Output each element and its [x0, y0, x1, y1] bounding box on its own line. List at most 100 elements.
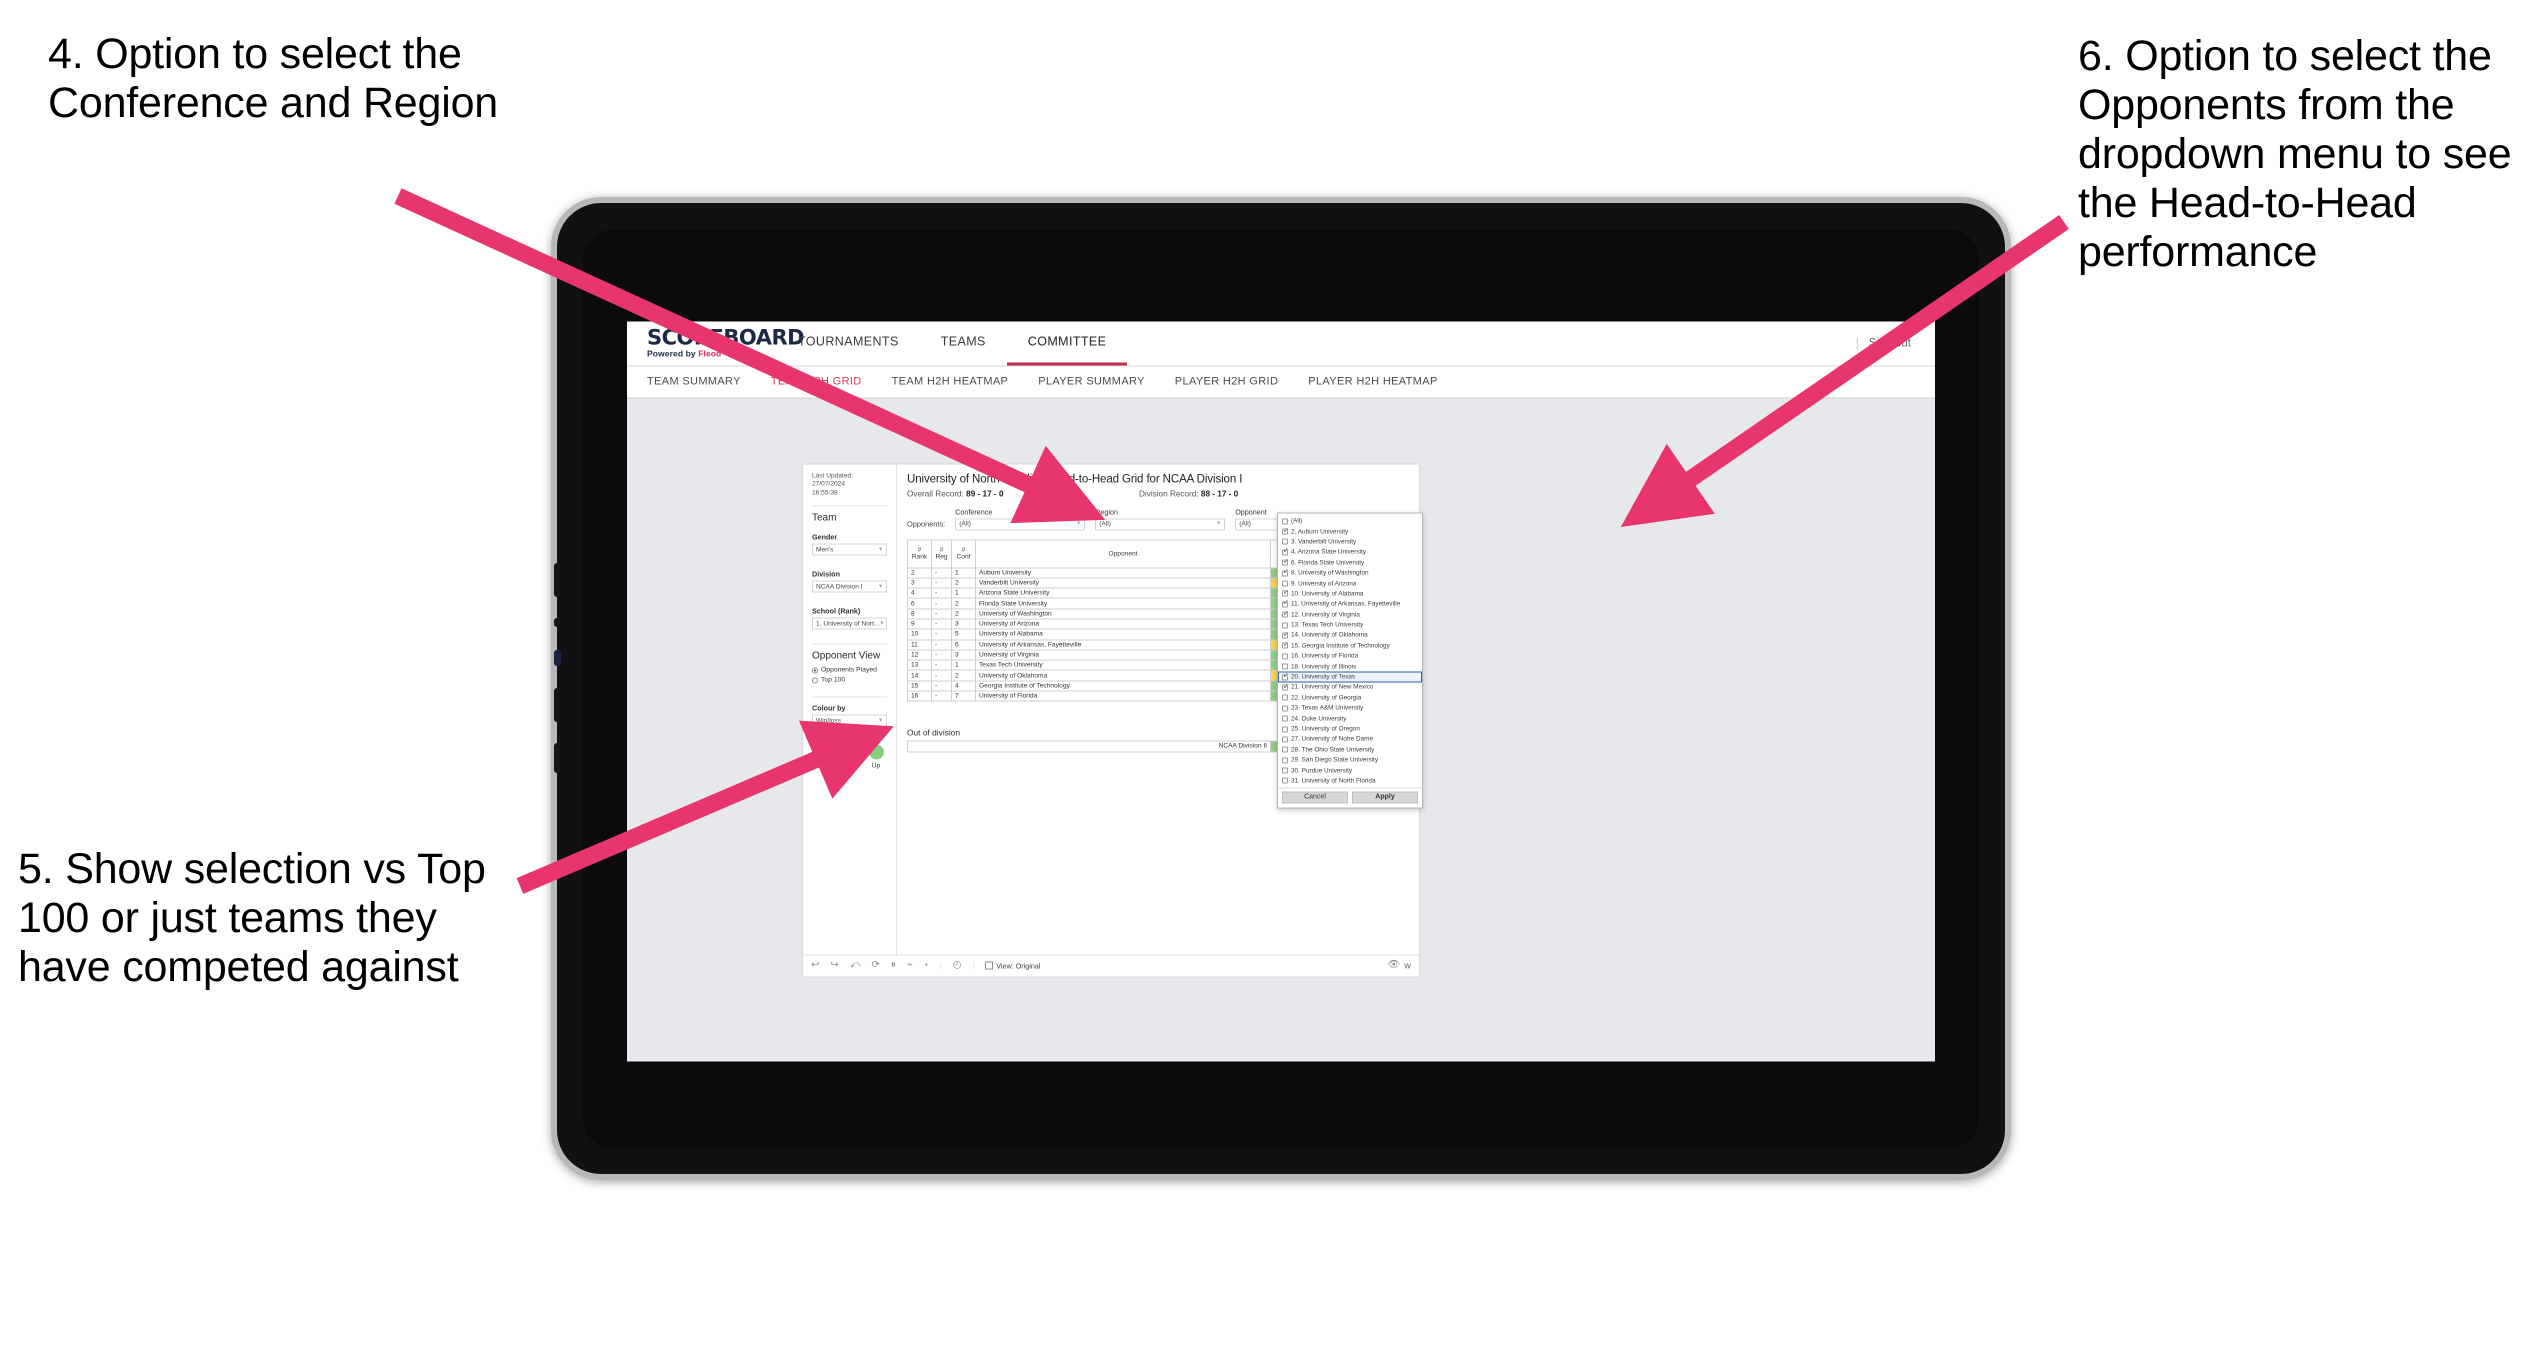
chevron-down-icon[interactable]: ▼: [924, 963, 929, 968]
radio-top-100[interactable]: Top 100: [812, 677, 887, 684]
revert-icon[interactable]: ⤺: [850, 960, 861, 971]
apply-button[interactable]: Apply: [1352, 791, 1418, 804]
opponent-option[interactable]: 21. University of New Mexico: [1278, 682, 1422, 692]
checkbox-icon[interactable]: [1282, 580, 1288, 587]
opponent-option[interactable]: 16. University of Florida: [1278, 651, 1422, 661]
radio-opponents-played[interactable]: Opponents Played: [812, 667, 887, 674]
opponent-option[interactable]: 8. University of Washington: [1278, 568, 1422, 578]
undo-icon[interactable]: ↩: [811, 960, 819, 971]
nav-item-teams[interactable]: TEAMS: [920, 321, 1007, 366]
opponent-option[interactable]: 31. University of North Florida: [1278, 776, 1422, 786]
checkbox-icon[interactable]: [1282, 746, 1288, 753]
opponent-option[interactable]: (All): [1278, 516, 1422, 526]
opponent-option[interactable]: 9. University of Arizona: [1278, 578, 1422, 588]
checkbox-icon[interactable]: [1282, 622, 1288, 629]
opponent-option[interactable]: 6. Florida State University: [1278, 558, 1422, 568]
checkbox-icon[interactable]: [1282, 673, 1289, 681]
opponent-option-label: 30. Purdue University: [1291, 767, 1353, 775]
toolbar-divider: |: [939, 962, 942, 969]
view-original-button[interactable]: View: Original: [985, 961, 1040, 970]
checkbox-icon[interactable]: [1282, 590, 1289, 597]
legend-swatch-down: [814, 744, 830, 760]
gender-label: Gender: [812, 532, 838, 542]
opponent-option[interactable]: 4. Arizona State University: [1278, 547, 1422, 557]
opponent-option[interactable]: 25. University of Oregon: [1278, 724, 1422, 734]
sign-out-link[interactable]: Sign out: [1869, 338, 1911, 350]
radio-opponents-played-label: Opponents Played: [821, 666, 877, 674]
tab-team-h2h-heatmap[interactable]: TEAM H2H HEATMAP: [892, 376, 1009, 388]
opponent-option[interactable]: 29. San Diego State University: [1278, 755, 1422, 765]
pause-icon[interactable]: ⏸: [891, 960, 896, 971]
dashboard-area: Last Updated: 27/0?/2024 16:55:38 Team G…: [627, 398, 1935, 1061]
opponent-option[interactable]: 22. University of Georgia: [1278, 693, 1422, 703]
tab-team-h2h-grid[interactable]: TEAM H2H GRID: [771, 376, 862, 388]
opponent-option[interactable]: 24. Duke University: [1278, 713, 1422, 723]
checkbox-icon[interactable]: [1282, 705, 1288, 712]
opponent-option[interactable]: 12. University of Virginia: [1278, 610, 1422, 620]
cancel-button[interactable]: Cancel: [1282, 791, 1348, 804]
checkbox-icon[interactable]: [1282, 548, 1289, 556]
opponent-option[interactable]: 18. University of Illinois: [1278, 661, 1422, 671]
nav-item-tournaments[interactable]: TOURNAMENTS: [777, 321, 920, 366]
checkbox-icon[interactable]: [1282, 653, 1288, 660]
checkbox-icon[interactable]: [1282, 683, 1289, 691]
toolbar-right[interactable]: 👁 W: [1388, 960, 1412, 971]
opponent-option[interactable]: 28. The Ohio State University: [1278, 745, 1422, 755]
brand-tagline: Powered by Fleod: [647, 349, 777, 359]
opponent-option[interactable]: 11. University of Arkansas, Fayetteville: [1278, 599, 1422, 609]
division-select[interactable]: NCAA Division I ▼: [812, 580, 887, 593]
colour-by-select[interactable]: Win/loss ▼: [812, 714, 887, 727]
brand-name: SCOREBOARD: [647, 325, 805, 350]
checkbox-icon[interactable]: [1282, 610, 1289, 618]
gender-select[interactable]: Men's ▼: [812, 543, 887, 556]
conference-select[interactable]: (All) ▼: [955, 518, 1086, 530]
redo-icon[interactable]: ↪: [830, 960, 838, 971]
opponent-option[interactable]: 27. University of Notre Dame: [1278, 734, 1422, 744]
cell-rank: 4: [907, 587, 932, 599]
opponent-option[interactable]: 2. Auburn University: [1278, 526, 1422, 536]
region-select[interactable]: (All) ▼: [1095, 518, 1226, 530]
opponent-option[interactable]: 14. University of Oklahoma: [1278, 630, 1422, 640]
last-updated-date: Last Updated: 27/0?/2024: [812, 472, 854, 488]
tab-player-h2h-heatmap[interactable]: PLAYER H2H HEATMAP: [1308, 376, 1437, 388]
cell-rank: 13: [907, 659, 932, 671]
opponent-option[interactable]: 20. University of Texas: [1278, 671, 1422, 683]
tab-team-summary[interactable]: TEAM SUMMARY: [647, 376, 741, 388]
checkbox-icon[interactable]: [1282, 538, 1288, 545]
checkbox-icon[interactable]: [1282, 767, 1288, 774]
opponent-dropdown-list[interactable]: (All) 2. Auburn University 3. Vanderbilt U…: [1278, 513, 1422, 787]
checkbox-icon[interactable]: [1282, 641, 1289, 649]
opponent-option[interactable]: 3. Vanderbilt University: [1278, 537, 1422, 547]
opponent-option[interactable]: 13. Texas Tech University: [1278, 620, 1422, 630]
checkbox-icon[interactable]: [1282, 777, 1288, 784]
checkbox-icon[interactable]: [1282, 736, 1288, 743]
checkbox-icon[interactable]: [1282, 558, 1289, 566]
brand-logo[interactable]: SCOREBOARD Powered by Fleod: [627, 325, 805, 359]
checkbox-icon[interactable]: [1282, 726, 1288, 732]
checkbox-icon[interactable]: [1282, 757, 1288, 764]
checkbox-icon[interactable]: [1282, 715, 1288, 722]
checkbox-icon[interactable]: [1282, 518, 1288, 525]
cell-rank: 10: [907, 628, 932, 641]
checkbox-icon[interactable]: [1282, 663, 1288, 670]
checkbox-icon[interactable]: [1282, 631, 1289, 639]
opponent-option[interactable]: 15. Georgia Institute of Technology: [1278, 641, 1422, 651]
opponent-option[interactable]: 23. Texas A&M University: [1278, 703, 1422, 713]
school-rank-select[interactable]: 1. University of Nort... ▼: [812, 617, 887, 630]
checkbox-icon[interactable]: [1282, 694, 1288, 701]
share-icon[interactable]: ⌁: [907, 960, 913, 971]
checkbox-icon[interactable]: [1282, 600, 1289, 608]
opponent-option[interactable]: 10. University of Alabama: [1278, 589, 1422, 599]
refresh-icon[interactable]: ⟳: [871, 960, 879, 971]
checkbox-icon[interactable]: [1282, 527, 1289, 535]
tab-player-h2h-grid[interactable]: PLAYER H2H GRID: [1175, 376, 1278, 388]
viz-toolbar: ↩ ↪ ⤺ ⟳ ⏸ ⌁ ▼ | ◴ | View: Original 👁 W: [803, 954, 1419, 976]
cell-conf: 5: [951, 628, 976, 641]
toolbar-right-label: W: [1404, 961, 1411, 970]
tab-player-summary[interactable]: PLAYER SUMMARY: [1038, 376, 1145, 388]
opponent-dropdown-panel[interactable]: (All) 2. Auburn University 3. Vanderbilt U…: [1277, 512, 1423, 809]
alert-clock-icon[interactable]: ◴: [953, 960, 962, 971]
nav-item-committee[interactable]: COMMITTEE: [1006, 321, 1128, 366]
checkbox-icon[interactable]: [1282, 569, 1289, 577]
opponent-option[interactable]: 30. Purdue University: [1278, 765, 1422, 775]
